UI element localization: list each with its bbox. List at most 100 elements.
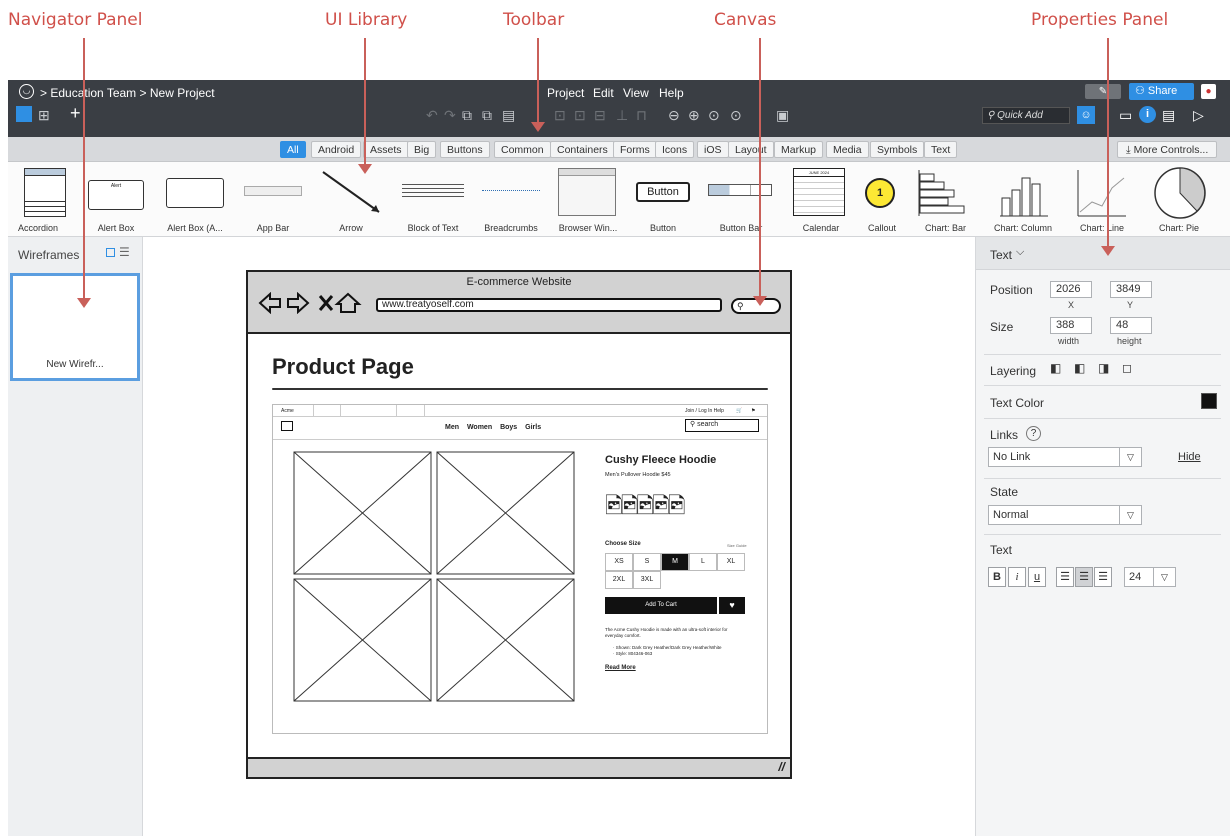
breadcrumb[interactable]: > Education Team > New Project (40, 86, 215, 100)
size-s[interactable]: S (633, 553, 661, 571)
resize-handle-icon[interactable]: // (778, 760, 785, 774)
group-icon[interactable]: ⊡ (554, 107, 566, 124)
size-2xl[interactable]: 2XL (605, 571, 633, 589)
align-center-icon[interactable]: ☰ (1075, 567, 1093, 587)
cart-icon[interactable]: 🛒 (736, 405, 742, 417)
zoom-out-icon[interactable]: ⊖ (668, 107, 680, 124)
size-l[interactable]: L (689, 553, 717, 571)
image-icon[interactable]: 🖻 (636, 493, 654, 518)
bring-to-front-icon[interactable]: ◧ (1050, 361, 1061, 375)
thumbnail-view-icon[interactable] (106, 248, 115, 257)
nav-boys[interactable]: Boys (500, 424, 517, 431)
tab-layout[interactable]: Layout (728, 141, 774, 158)
hide-link[interactable]: Hide (1178, 451, 1201, 463)
text-color-swatch[interactable] (1201, 393, 1217, 409)
size-xs[interactable]: XS (605, 553, 633, 571)
tab-ios[interactable]: iOS (697, 141, 729, 158)
tab-text[interactable]: Text (924, 141, 958, 158)
menu-view[interactable]: View (623, 86, 649, 100)
size-guide-link[interactable]: Size Guide (727, 543, 747, 548)
lib-arrow[interactable]: Arrow (313, 162, 389, 236)
more-controls-button[interactable]: ⤓ More Controls... (1117, 141, 1218, 158)
lib-chart-pie[interactable]: Chart: Pie (1143, 162, 1215, 236)
site-search-input[interactable]: ⚲ search (685, 419, 759, 432)
favorite-heart-icon[interactable]: ♥ (719, 597, 745, 614)
width-input[interactable]: 388 (1050, 317, 1092, 334)
lib-app-bar[interactable]: App Bar (238, 162, 308, 236)
italic-button[interactable]: i (1008, 567, 1026, 587)
user-avatar[interactable]: ● (1201, 84, 1216, 99)
user-panel-icon[interactable]: ☺ (1077, 106, 1095, 124)
align-icon[interactable]: ⊟ (594, 107, 606, 124)
undo-icon[interactable]: ↶ (426, 107, 438, 124)
lib-chart-bar[interactable]: Chart: Bar (913, 162, 978, 236)
redo-icon[interactable]: ↷ (444, 107, 456, 124)
help-icon[interactable]: ? (1026, 426, 1041, 441)
image-icon[interactable]: 🖻 (652, 493, 670, 518)
nav-women[interactable]: Women (467, 424, 492, 431)
list-view-icon[interactable]: ☰ (119, 245, 130, 259)
smiley-icon[interactable]: ◡ (19, 84, 34, 99)
size-m-selected[interactable]: M (661, 553, 689, 571)
size-xl[interactable]: XL (717, 553, 745, 571)
tab-big[interactable]: Big (407, 141, 437, 158)
tab-symbols[interactable]: Symbols (870, 141, 925, 158)
site-tab-acme[interactable]: Acme (281, 405, 294, 417)
site-top-links[interactable]: Join / Log In Help (685, 405, 724, 417)
ungroup-icon[interactable]: ⊡ (574, 107, 586, 124)
lib-block-of-text[interactable]: Block of Text (398, 162, 468, 236)
zoom-in-icon[interactable]: ⊕ (688, 107, 700, 124)
lib-chart-column[interactable]: Chart: Column (988, 162, 1058, 236)
link-select[interactable]: No Link ▽ (988, 447, 1142, 467)
grid-view-icon[interactable]: ⊞ (38, 107, 50, 124)
zoom-fit-icon[interactable]: ⊙ (730, 107, 742, 124)
size-3xl[interactable]: 3XL (633, 571, 661, 589)
menu-project[interactable]: Project (547, 86, 584, 100)
notes-icon[interactable]: ▤ (1162, 107, 1175, 124)
lib-breadcrumbs[interactable]: Breadcrumbs (478, 162, 544, 236)
color-swatch-images[interactable]: 🖻🖻🖻🖻🖻 (605, 489, 686, 527)
clipboard-icon[interactable]: ▣ (776, 107, 789, 124)
lib-alert-box[interactable]: Alert Alert Box (86, 162, 146, 236)
align-right-icon[interactable]: ☰ (1094, 567, 1112, 587)
browser-window-mockup[interactable]: E-commerce Website www.treatyoself.com ⚲… (246, 270, 792, 779)
wireframe-thumbnail[interactable]: New Wirefr... (10, 273, 140, 381)
lib-button-bar[interactable]: Button Bar (705, 162, 777, 236)
lib-button[interactable]: Button Button (630, 162, 696, 236)
lib-calendar[interactable]: JUNE 2024 Calendar (788, 162, 854, 236)
bold-button[interactable]: B (988, 567, 1006, 587)
share-button[interactable]: ⚇ Share (1129, 83, 1194, 100)
tab-forms[interactable]: Forms (613, 141, 657, 158)
info-icon[interactable]: i (1139, 106, 1156, 123)
distribute-icon[interactable]: ⊥ (616, 107, 628, 124)
site-tab-image[interactable] (397, 405, 425, 417)
height-input[interactable]: 48 (1110, 317, 1152, 334)
tab-markup[interactable]: Markup (774, 141, 824, 158)
image-icon[interactable]: 🖻 (668, 493, 686, 518)
send-backward-icon[interactable]: ◨ (1098, 361, 1109, 375)
image-icon[interactable]: 🖻 (605, 493, 623, 518)
tab-android[interactable]: Android (311, 141, 362, 158)
paste-icon[interactable]: ▤ (502, 107, 515, 124)
edit-pencil-icon[interactable]: ✎ (1085, 84, 1121, 99)
menu-help[interactable]: Help (659, 86, 684, 100)
image-icon[interactable]: 🖻 (621, 493, 639, 518)
tab-common[interactable]: Common (494, 141, 551, 158)
quick-add-input[interactable]: ⚲ Quick Add (982, 107, 1070, 124)
comment-icon[interactable]: ▭ (1119, 107, 1132, 124)
underline-button[interactable]: u (1028, 567, 1046, 587)
bring-forward-icon[interactable]: ◧ (1074, 361, 1085, 375)
nav-girls[interactable]: Girls (525, 424, 541, 431)
nav-men[interactable]: Men (445, 424, 459, 431)
tab-media[interactable]: Media (826, 141, 869, 158)
lib-alert-box-a[interactable]: Alert Box (A... (160, 162, 230, 236)
lib-chart-line[interactable]: Chart: Line (1066, 162, 1138, 236)
menu-edit[interactable]: Edit (593, 86, 614, 100)
url-bar[interactable]: www.treatyoself.com (376, 298, 722, 312)
position-y-input[interactable]: 3849 (1110, 281, 1152, 298)
tab-buttons[interactable]: Buttons (440, 141, 490, 158)
duplicate-icon[interactable]: ⧉ (482, 107, 492, 124)
add-icon[interactable]: + (70, 103, 81, 124)
read-more-link[interactable]: Read More (605, 665, 636, 671)
tab-all[interactable]: All (280, 141, 306, 158)
